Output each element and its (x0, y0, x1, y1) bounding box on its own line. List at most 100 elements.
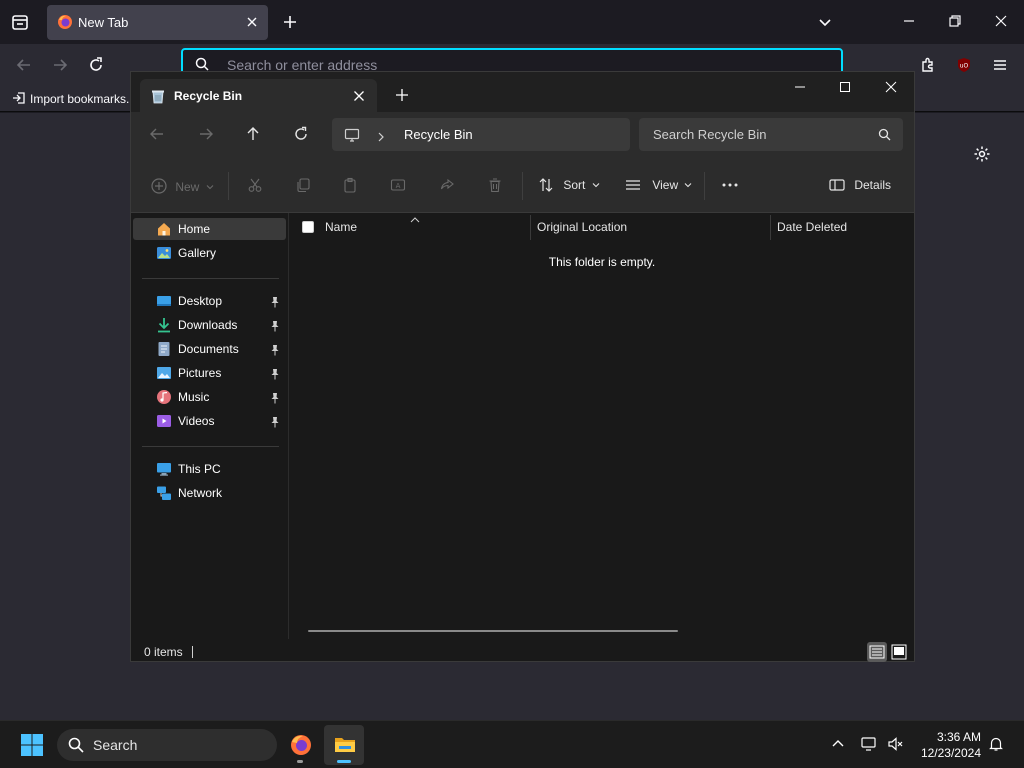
view-button[interactable]: View (625, 177, 692, 195)
sidebar-item-documents[interactable]: Documents (133, 338, 286, 360)
sidebar-item-videos[interactable]: Videos (133, 410, 286, 432)
pin-icon (270, 343, 280, 356)
maximize-icon[interactable] (839, 80, 851, 92)
chevron-right-icon[interactable] (376, 129, 386, 142)
menu-hamburger-icon[interactable] (991, 56, 1009, 74)
column-divider[interactable] (530, 215, 531, 240)
share-icon[interactable] (439, 177, 455, 193)
close-tab-icon[interactable] (245, 15, 259, 29)
sidebar-item-pictures[interactable]: Pictures (133, 362, 286, 384)
column-header-name[interactable]: Name (325, 213, 530, 240)
system-clock[interactable]: 3:36 AM 12/23/2024 (919, 729, 981, 761)
download-icon (156, 317, 172, 333)
firefox-view-icon[interactable] (8, 10, 32, 34)
gallery-icon (156, 245, 172, 261)
column-header-date-deleted[interactable]: Date Deleted (777, 213, 914, 240)
this-pc-icon (156, 461, 172, 477)
gear-icon[interactable] (973, 145, 991, 163)
address-bar[interactable]: Recycle Bin (332, 118, 630, 151)
desktop-icon (156, 293, 172, 309)
new-tab-plus-icon[interactable] (281, 13, 299, 31)
volume-muted-icon[interactable] (887, 736, 903, 752)
sort-button[interactable]: Sort (538, 177, 600, 195)
column-header-label: Date Deleted (777, 220, 848, 234)
ublock-origin-icon[interactable]: uO (955, 56, 973, 74)
firefox-tab-new-tab[interactable]: New Tab (47, 5, 268, 40)
close-window-icon[interactable] (885, 80, 897, 93)
close-window-icon[interactable] (992, 12, 1010, 30)
forward-arrow-icon[interactable] (198, 126, 214, 142)
cut-icon[interactable] (247, 177, 263, 193)
column-header-label: Original Location (537, 220, 628, 234)
new-tab-plus-icon[interactable] (395, 88, 409, 102)
paste-icon[interactable] (342, 177, 358, 193)
network-status-icon[interactable] (861, 736, 877, 752)
sidebar-item-label: Videos (178, 414, 215, 428)
import-icon (12, 91, 26, 105)
view-button-label: View (652, 178, 679, 192)
refresh-icon[interactable] (293, 126, 309, 142)
back-arrow-icon[interactable] (149, 126, 165, 142)
back-arrow-icon[interactable] (15, 56, 33, 74)
windows-start-icon[interactable] (21, 734, 43, 756)
copy-icon[interactable] (295, 177, 311, 193)
close-tab-icon[interactable] (353, 89, 365, 101)
sidebar-item-home[interactable]: Home (133, 218, 286, 240)
firefox-tab-title: New Tab (78, 15, 129, 30)
restore-icon[interactable] (946, 12, 964, 30)
sidebar-item-label: Pictures (178, 366, 222, 380)
forward-arrow-icon[interactable] (51, 56, 69, 74)
show-hidden-icons-chevron-icon[interactable] (830, 736, 846, 752)
pictures-icon (156, 365, 172, 381)
sidebar-item-desktop[interactable]: Desktop (133, 290, 286, 312)
search-icon (68, 737, 84, 753)
list-all-tabs-chevron-icon[interactable] (817, 14, 833, 30)
pin-icon (270, 415, 280, 428)
breadcrumb[interactable]: Recycle Bin (404, 127, 473, 142)
explorer-tab-recycle-bin[interactable]: Recycle Bin (140, 79, 377, 112)
details-view-button[interactable] (867, 642, 887, 662)
large-icons-view-button[interactable] (889, 642, 909, 662)
videos-icon (156, 413, 172, 429)
sidebar-divider (142, 446, 279, 447)
reload-icon[interactable] (87, 56, 105, 74)
sidebar-item-this-pc[interactable]: This PC (133, 458, 286, 480)
more-options-icon[interactable] (721, 177, 738, 193)
large-icons-view-icon (891, 644, 907, 660)
pin-icon (270, 295, 280, 308)
taskbar-file-explorer[interactable] (324, 725, 364, 765)
navigation-pane: Home Gallery Desktop Downloads Documents… (131, 213, 289, 639)
monitor-icon (344, 127, 360, 143)
search-placeholder: Search Recycle Bin (653, 127, 767, 142)
new-button[interactable]: New (150, 177, 214, 195)
firefox-logo-icon (290, 734, 312, 756)
sidebar-item-music[interactable]: Music (133, 386, 286, 408)
delete-icon[interactable] (487, 177, 503, 193)
minimize-icon[interactable] (900, 12, 918, 30)
sidebar-item-downloads[interactable]: Downloads (133, 314, 286, 336)
select-all-checkbox[interactable] (302, 221, 314, 233)
details-pane-button[interactable]: Details (829, 177, 891, 195)
sidebar-item-gallery[interactable]: Gallery (133, 242, 286, 264)
up-arrow-icon[interactable] (245, 126, 261, 142)
extensions-puzzle-icon[interactable] (919, 56, 937, 74)
toolbar-divider (228, 172, 229, 200)
sidebar-item-network[interactable]: Network (133, 482, 286, 504)
svg-text:uO: uO (960, 63, 969, 70)
rename-icon[interactable]: A (390, 177, 406, 193)
minimize-icon[interactable] (794, 80, 806, 92)
search-input[interactable]: Search Recycle Bin (639, 118, 903, 151)
horizontal-scrollbar[interactable] (308, 630, 678, 632)
clock-time: 3:36 AM (936, 730, 981, 744)
column-divider[interactable] (770, 215, 771, 240)
import-bookmarks-button[interactable]: Import bookmarks... (12, 91, 136, 106)
notification-bell-icon[interactable] (988, 736, 1004, 752)
sidebar-item-label: Desktop (178, 294, 223, 308)
running-indicator (297, 760, 303, 763)
status-bar: 0 items (131, 639, 914, 662)
column-header-original-location[interactable]: Original Location (537, 213, 769, 240)
toolbar-divider (522, 172, 523, 200)
taskbar-search-box[interactable]: Search (57, 729, 277, 761)
taskbar-firefox[interactable] (280, 725, 320, 765)
chevron-down-icon (685, 183, 692, 188)
